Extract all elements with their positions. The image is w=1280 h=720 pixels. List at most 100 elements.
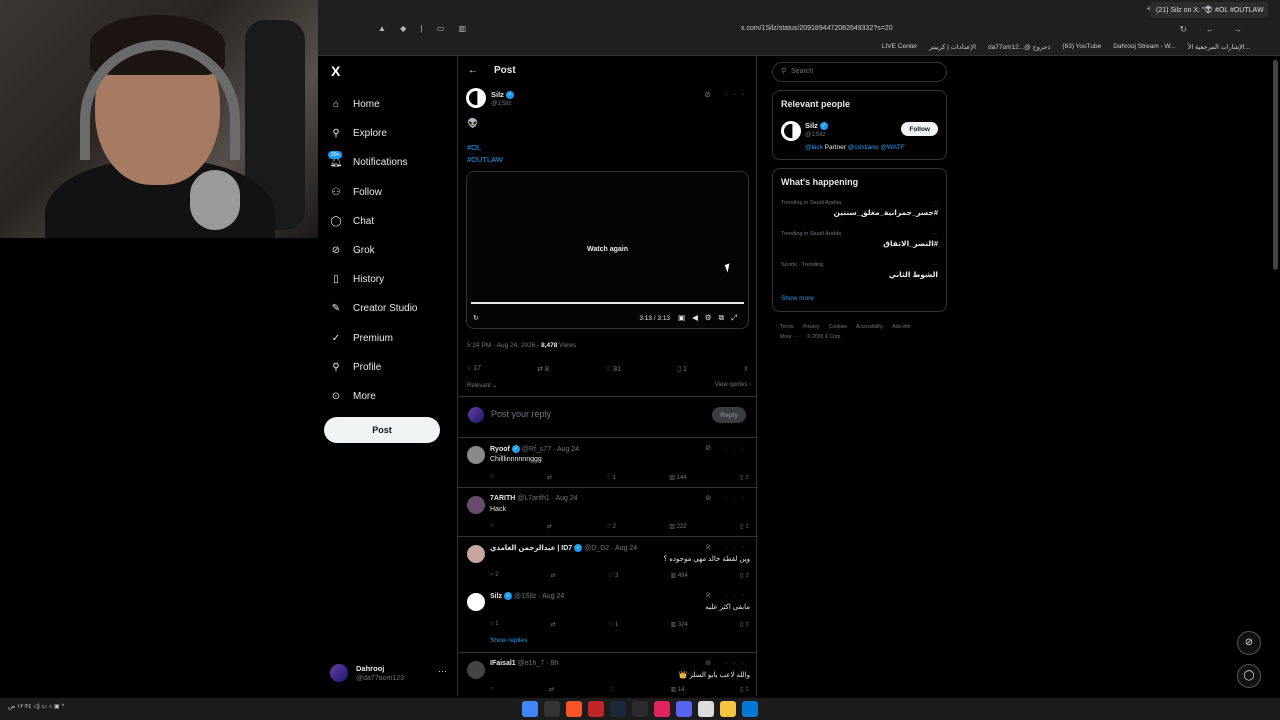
replay-icon[interactable]: ↻ — [473, 314, 479, 322]
share-icon[interactable]: ⇪ — [743, 365, 749, 373]
chrome-icon[interactable] — [522, 701, 538, 717]
list-item[interactable]: IFaisal1 @e1h_7 · 8h والله لاعب يابو الس… — [458, 653, 758, 695]
avatar[interactable] — [467, 545, 485, 563]
bookmark-item[interactable]: الإعدادات | كرييتر — [929, 43, 976, 51]
view-quotes-link[interactable]: View quotes › — [715, 382, 751, 388]
watch-again-button[interactable]: Watch again — [467, 246, 748, 253]
extension-icons[interactable]: ▲ ◆ | ▭ ▥ — [378, 24, 472, 33]
bookmark-item[interactable]: الإشارات المرجعية الأ... — [1188, 43, 1250, 51]
reply-icon[interactable]: ○ — [490, 523, 494, 530]
like-icon[interactable]: ♡ — [610, 686, 615, 693]
repost-icon[interactable]: ⇄ — [551, 572, 556, 579]
discord-icon[interactable] — [676, 701, 692, 717]
chat-icon[interactable]: ◯ — [1237, 664, 1261, 688]
footer-link[interactable]: Terms — [780, 324, 794, 330]
views-icon[interactable]: ▥ 494 — [670, 572, 687, 579]
app-icon[interactable] — [588, 701, 604, 717]
like-icon[interactable]: ♡ 2 — [605, 523, 615, 530]
search-box[interactable]: ⚲ — [772, 62, 947, 82]
more-options-icon[interactable]: ··· — [438, 666, 447, 676]
post-button[interactable]: Post — [324, 417, 440, 443]
hashtag-link[interactable]: #OUTLAW — [467, 154, 503, 166]
hashtag-link[interactable]: #OL — [467, 142, 503, 154]
video-player[interactable]: Watch again ↻ 3:13 / 3:13 ▣◀⚙⧉⤢ — [466, 171, 749, 329]
nav-item-more[interactable]: ⊙ More — [328, 382, 417, 411]
trend-item[interactable]: Sports · Trending ··· الشوط الثاني — [781, 262, 938, 279]
bookmark-icon[interactable]: ▯ ⇪ — [740, 686, 750, 693]
bookmark-item[interactable]: da77om12...@ ذحروج — [988, 43, 1050, 51]
avatar[interactable] — [467, 446, 485, 464]
bookmark-icon[interactable]: ▯ 1 — [677, 365, 687, 373]
reload-icon[interactable]: ↻ ← → — [1179, 24, 1250, 35]
calendar-icon[interactable] — [698, 701, 714, 717]
address-bar[interactable]: x.com/1Silz/status/2091894472082649332?s… — [741, 25, 893, 32]
grok-icon[interactable]: ⊘ ··· — [704, 90, 751, 99]
sort-relevant[interactable]: Relevant ⌄ — [467, 382, 497, 389]
like-icon[interactable]: ♡ 3 — [608, 572, 618, 579]
tweet-author[interactable]: Silz ✓ — [491, 90, 514, 100]
more-options-icon[interactable]: ⊘ ··· — [705, 659, 750, 667]
app-icon[interactable] — [654, 701, 670, 717]
footer-link[interactable]: Cookies — [829, 324, 847, 330]
nav-item-premium[interactable]: ✓ Premium — [328, 324, 417, 353]
footer-link[interactable]: More ··· — [780, 334, 798, 340]
views-icon[interactable]: ▥ 144 — [669, 474, 686, 481]
brave-icon[interactable] — [566, 701, 582, 717]
more-options-icon[interactable]: ⊘ ··· — [705, 591, 750, 599]
reply-icon[interactable]: ○ — [490, 686, 494, 693]
reply-icon[interactable]: ○ 2 — [490, 572, 499, 579]
more-options-icon[interactable]: ··· — [932, 200, 938, 206]
nav-item-home[interactable]: ⌂ Home — [328, 90, 417, 119]
bookmark-icon[interactable]: ▯ ⇪ — [740, 572, 750, 579]
app-icon[interactable] — [544, 701, 560, 717]
more-options-icon[interactable]: ··· — [932, 262, 938, 268]
nav-item-follow[interactable]: ⚇ Follow — [328, 178, 417, 207]
show-replies-link[interactable]: Show replies — [490, 637, 527, 644]
system-tray[interactable]: ١٢:٣٤ ص ◁) ▭ ⌂ ▣ ^ — [8, 703, 64, 710]
views-icon[interactable]: ▥ 14 — [670, 686, 684, 693]
more-options-icon[interactable]: ⊘ ··· — [705, 444, 750, 452]
repost-icon[interactable]: ⇄ — [551, 621, 556, 628]
video-progress-bar[interactable] — [471, 302, 744, 304]
views-icon[interactable]: ▥ 222 — [669, 523, 686, 530]
avatar[interactable] — [467, 593, 485, 611]
bookmark-item[interactable]: LIVE Center — [882, 43, 917, 51]
list-item[interactable]: Silz ✓ @1Silz · Aug 24 مابقى اكثر عليه ⊘ … — [458, 585, 758, 653]
repost-icon[interactable]: ⇄ — [547, 523, 552, 530]
search-input[interactable] — [791, 68, 931, 75]
bookmark-icon[interactable]: ▯ ⇪ — [740, 523, 750, 530]
reply-icon[interactable]: ○ 1 — [490, 621, 499, 628]
repost-icon[interactable]: ⇄ — [547, 474, 552, 481]
trend-item[interactable]: Trending in Saudi Arabia ··· #النصر_الات… — [781, 231, 938, 248]
bookmark-icon[interactable]: ▯ ⇪ — [740, 474, 750, 481]
show-more-link[interactable]: Show more — [781, 295, 814, 302]
nav-item-explore[interactable]: ⚲ Explore — [328, 119, 417, 148]
trend-item[interactable]: Trending in Saudi Arabia ··· #جسر_جمراني… — [781, 200, 938, 217]
more-options-icon[interactable]: ⊘ ··· — [705, 543, 750, 551]
like-icon[interactable]: ♡ 81 — [605, 365, 621, 373]
windows-icon[interactable] — [742, 701, 758, 717]
x-logo[interactable]: X — [331, 63, 340, 79]
footer-link[interactable]: Ads info — [892, 324, 910, 330]
app-icon[interactable] — [632, 701, 648, 717]
back-arrow-icon[interactable]: ← — [468, 65, 478, 76]
nav-item-history[interactable]: ▯ History — [328, 265, 417, 294]
list-item[interactable]: Ryoof ✓ @Rf_s77 · Aug 24 Chilllinnnnnnggg… — [458, 438, 758, 488]
list-item[interactable]: عبدالرحمن الغامدي | ID7 ✓ @D_D2 · Aug 24 … — [458, 537, 758, 585]
tweet-handle[interactable]: @1Silz — [491, 100, 512, 107]
scrollbar[interactable] — [1273, 60, 1278, 270]
like-icon[interactable]: ♡ 1 — [608, 621, 618, 628]
folder-icon[interactable] — [720, 701, 736, 717]
like-icon[interactable]: ♡ 1 — [605, 474, 615, 481]
grok-icon[interactable]: ⊘ — [1237, 631, 1261, 655]
bookmark-item[interactable]: (63) YouTube — [1062, 43, 1101, 51]
avatar[interactable] — [467, 661, 485, 679]
bookmark-icon[interactable]: ▯ ⇪ — [740, 621, 750, 628]
more-options-icon[interactable]: ⊘ ··· — [705, 494, 750, 502]
footer-link[interactable]: Privacy — [803, 324, 819, 330]
nav-item-creator-studio[interactable]: ✎ Creator Studio — [328, 294, 418, 323]
avatar[interactable] — [466, 88, 486, 108]
nav-item-chat[interactable]: ◯ Chat — [328, 207, 417, 236]
more-options-icon[interactable]: ··· — [932, 231, 938, 237]
follow-button[interactable]: Follow — [901, 122, 938, 136]
